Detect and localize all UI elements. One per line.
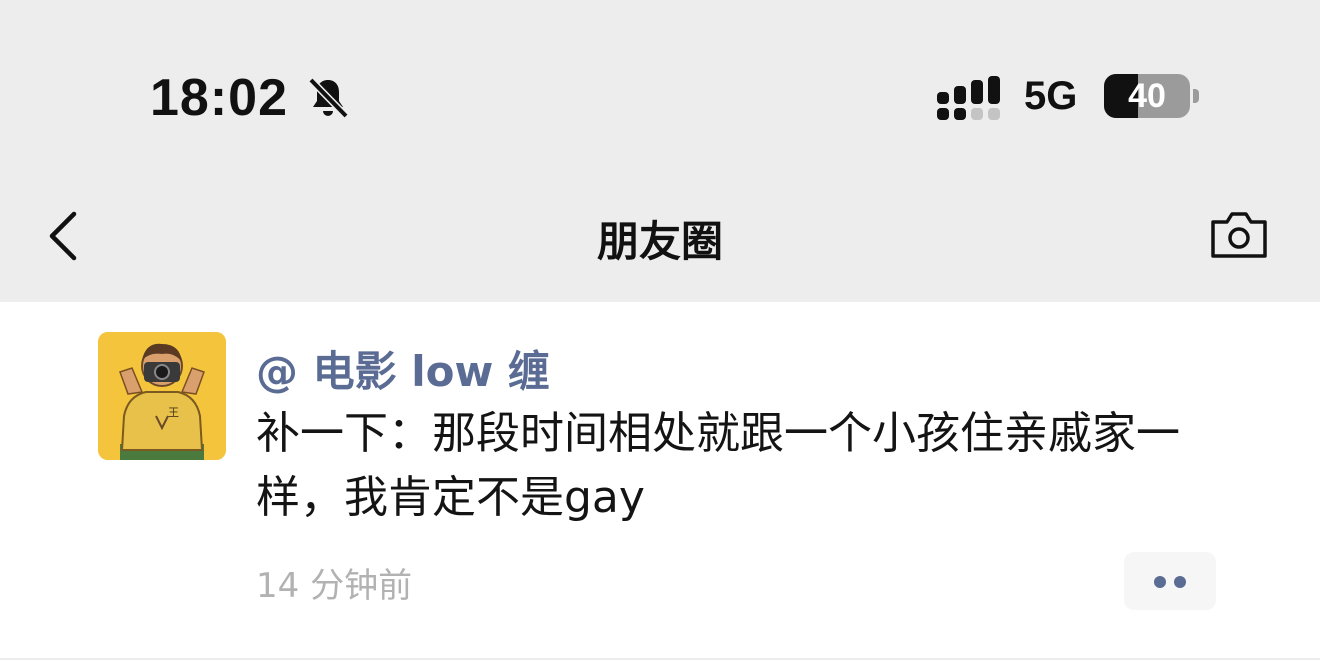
top-bar: 18:02 5G 40 朋友圈 — [0, 0, 1320, 302]
status-time: 18:02 — [150, 69, 288, 127]
divider — [0, 658, 1320, 660]
battery-percent: 40 — [1128, 77, 1166, 115]
network-type: 5G — [1024, 74, 1078, 118]
avatar-illustration: 王 — [98, 332, 226, 460]
page-title: 朋友圈 — [596, 217, 723, 266]
signal-icon — [937, 76, 1000, 120]
battery-icon: 40 — [1104, 74, 1200, 120]
avatar[interactable]: 王 — [98, 332, 226, 460]
moment-post: 王 @ 电影 low 缠 补一下：那段时间相处就跟一个小孩住亲戚家一样，我肯定不… — [0, 302, 1320, 664]
author-name[interactable]: @ 电影 low 缠 — [256, 338, 550, 399]
svg-text:王: 王 — [168, 406, 179, 419]
post-timestamp: 14 分钟前 — [256, 566, 413, 606]
post-text: 补一下：那段时间相处就跟一个小孩住亲戚家一样，我肯定不是gay — [256, 408, 1180, 523]
more-options-button[interactable] — [1124, 552, 1216, 610]
camera-button[interactable] — [1208, 208, 1270, 262]
bell-muted-icon — [308, 77, 349, 119]
camera-icon — [1211, 212, 1267, 258]
